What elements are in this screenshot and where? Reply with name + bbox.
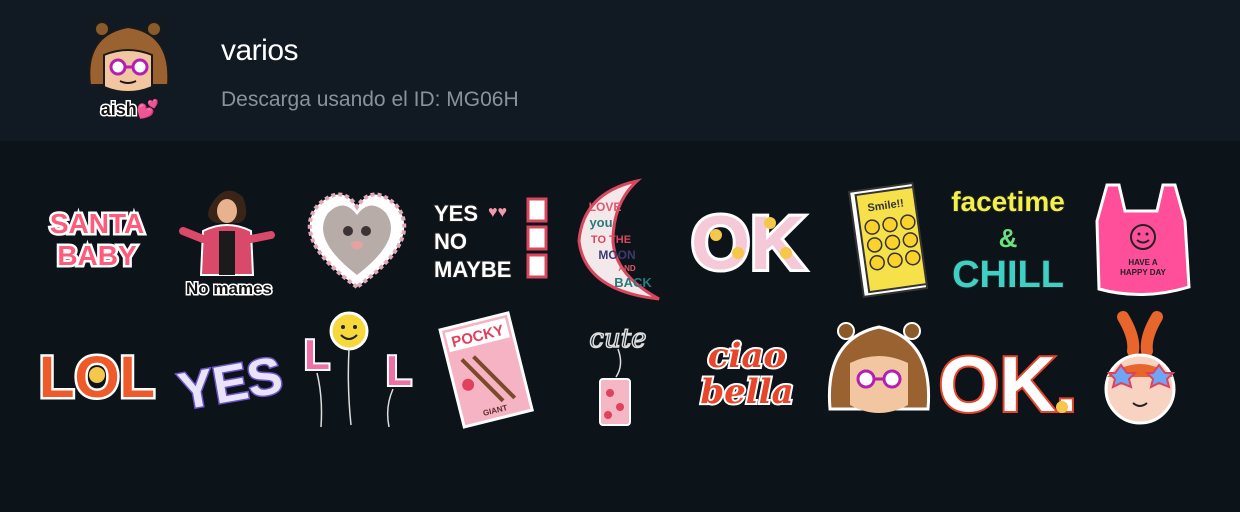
sticker-pocky-box[interactable]: POCKY GIANT xyxy=(435,309,545,429)
sticker-lol-flower[interactable]: LOL xyxy=(37,311,158,429)
sticker-santa-baby[interactable]: SANTA BABY xyxy=(41,183,151,301)
sticker-love-you-moon[interactable]: LOVE you TO THE MOON AND BACK xyxy=(575,178,685,301)
happy-day-text: HAPPY DAY xyxy=(1120,268,1166,277)
facetime-text: facetime xyxy=(951,186,1065,217)
sticker-girl-glasses[interactable] xyxy=(824,313,934,431)
moon-text: MOON xyxy=(598,248,635,262)
baby-text: BABY xyxy=(57,240,137,271)
bella-text: bella xyxy=(700,372,793,412)
yes-text: YES xyxy=(434,201,478,226)
heart-icon: ♥♥ xyxy=(488,204,507,221)
balloon-right-l: L xyxy=(386,347,412,394)
balloon-left-l: L xyxy=(304,331,330,378)
ok-flowers-text: OK xyxy=(691,201,805,286)
and-text: AND xyxy=(618,264,636,273)
sticker-cute-can[interactable]: cute xyxy=(560,307,670,426)
pack-title: varios xyxy=(221,34,299,67)
sticker-rainbow-ok[interactable]: OK. xyxy=(937,317,1080,435)
sticker-ciao-bella[interactable]: ciao bella xyxy=(691,317,801,435)
sticker-smile-sheet[interactable]: Smile!! xyxy=(836,179,946,299)
sticker-grid: SANTA BABY No mames YES NO MAYBE ♥♥ LOVE… xyxy=(0,141,1240,512)
pack-header: aish💕 varios Descarga usando el ID: MG06… xyxy=(0,0,1240,141)
you-text: you xyxy=(589,215,612,230)
pack-download-id: Descarga usando el ID: MG06H xyxy=(221,88,519,111)
sticker-yes-3d[interactable]: YES xyxy=(172,317,289,435)
sticker-heart-cat-frame[interactable] xyxy=(302,183,412,301)
to-the-text: TO THE xyxy=(591,234,631,246)
rainbow-ok-text: OK. xyxy=(939,340,1078,428)
no-mames-caption: No mames xyxy=(186,279,272,298)
yes-3d-text: YES xyxy=(174,346,287,421)
avatar-caption: aish💕 xyxy=(101,98,159,119)
ciao-text: ciao xyxy=(708,336,786,376)
back-text: BACK xyxy=(614,275,652,290)
chill-text: CHILL xyxy=(952,254,1064,296)
ampersand-text: & xyxy=(999,223,1018,253)
no-text: NO xyxy=(434,229,467,254)
sticker-facetime-chill[interactable]: facetime & CHILL xyxy=(950,179,1066,297)
maybe-text: MAYBE xyxy=(434,257,511,282)
sticker-ok-flowers[interactable]: OK xyxy=(688,183,808,301)
love-text: LOVE xyxy=(589,200,622,214)
have-a-text: HAVE A xyxy=(1128,258,1158,267)
sticker-yes-no-maybe[interactable]: YES NO MAYBE ♥♥ xyxy=(430,183,548,301)
pack-avatar: aish💕 xyxy=(80,15,180,125)
santa-text: SANTA xyxy=(50,208,144,239)
sticker-blossom-glasses[interactable] xyxy=(1085,307,1195,425)
sticker-no-mames[interactable]: No mames xyxy=(173,179,283,300)
sticker-happy-day-bag[interactable]: HAVE A HAPPY DAY xyxy=(1089,181,1199,299)
sticker-lol-balloons[interactable]: L L xyxy=(302,307,414,428)
